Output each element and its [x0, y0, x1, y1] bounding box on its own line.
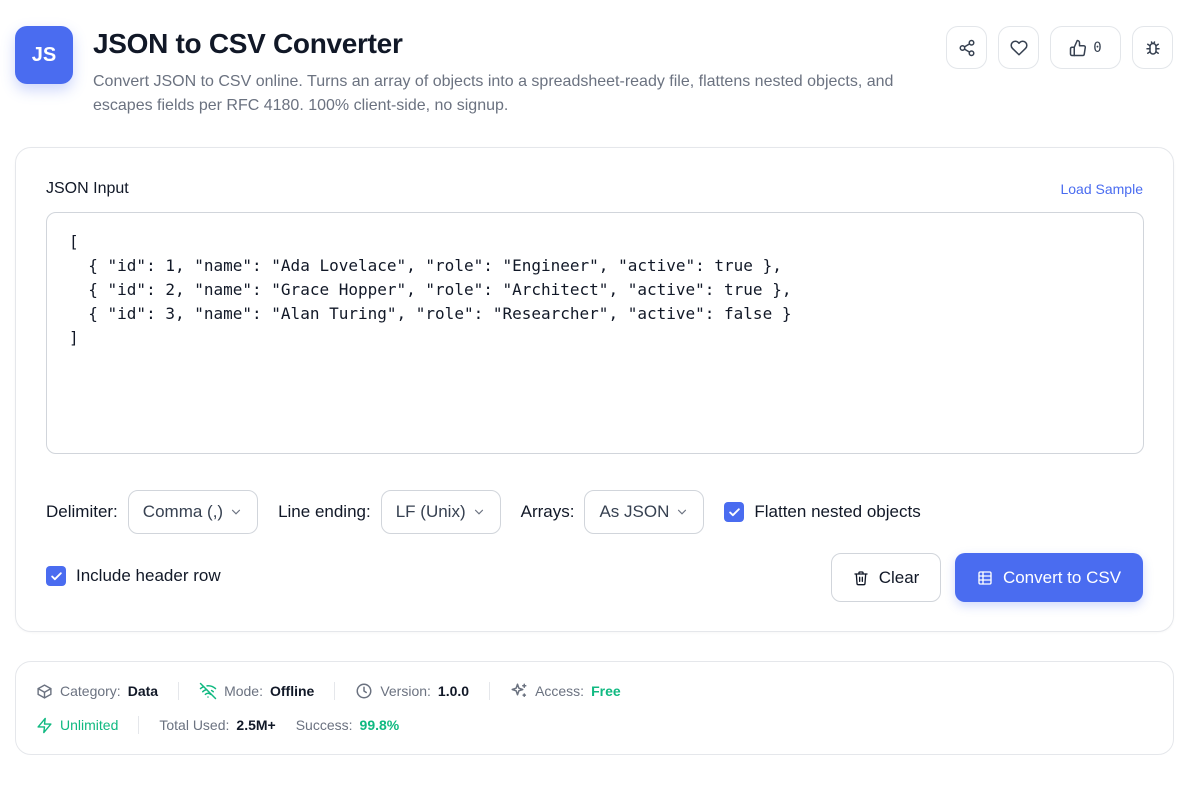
options-row: Delimiter: Comma (,) Line ending: LF (Un… [46, 490, 921, 534]
header-row-label: Include header row [76, 566, 221, 585]
wifi-off-icon [199, 682, 217, 700]
meta-total-used: Total Used: 2.5M+ [159, 717, 275, 733]
convert-button[interactable]: Convert to CSV [955, 553, 1143, 602]
page-subtitle: Convert JSON to CSV online. Turns an arr… [93, 73, 894, 114]
meta-mode-label: Mode: [224, 683, 263, 699]
meta-success: Success: 99.8% [296, 717, 400, 733]
meta-success-label: Success: [295, 717, 353, 733]
header-row-checkbox[interactable] [46, 566, 66, 586]
divider [138, 716, 140, 734]
meta-success-value: 99.8% [359, 717, 400, 733]
chevron-down-icon [474, 509, 483, 515]
meta-total-used-value: 2.5M+ [236, 717, 276, 733]
meta-unlimited: Unlimited [36, 717, 118, 734]
heart-icon [1009, 39, 1028, 55]
clock-icon [356, 683, 372, 699]
meta-category-value: Data [127, 683, 159, 699]
divider [178, 682, 180, 700]
chevron-down-icon [231, 509, 241, 515]
convert-label: Convert to CSV [1002, 567, 1122, 587]
line-ending-value: LF (Unix) [395, 502, 466, 521]
chevron-down-icon [678, 509, 687, 515]
share-icon [959, 39, 974, 56]
meta-version-label: Version: [380, 683, 431, 699]
load-sample-link[interactable]: Load Sample [1060, 181, 1143, 197]
meta-version: Version: 1.0.0 [355, 682, 469, 700]
thumbs-up-icon [1070, 39, 1087, 56]
tool-info-card: Category: Data Mode: Offline Version: 1.… [15, 661, 1174, 755]
json-input[interactable]: [ { "id": 1, "name": "Ada Lovelace", "ro… [46, 212, 1144, 454]
meta-mode: Mode: Offline [199, 682, 314, 700]
meta-row-stats: Unlimited Total Used: 2.5M+ Success: 99.… [36, 716, 399, 734]
meta-row-primary: Category: Data Mode: Offline Version: 1.… [36, 682, 621, 700]
meta-access-value: Free [591, 683, 621, 699]
share-button[interactable] [946, 26, 987, 69]
clear-label: Clear [878, 567, 920, 587]
bug-icon [1145, 40, 1160, 55]
meta-access: Access: Free [510, 682, 621, 700]
favorite-button[interactable] [998, 26, 1039, 69]
converter-card: JSON Input Load Sample [ { "id": 1, "nam… [15, 147, 1174, 632]
meta-mode-value: Offline [269, 683, 315, 699]
like-button[interactable]: 0 [1050, 26, 1121, 69]
arrays-select[interactable]: As JSON [584, 490, 705, 534]
arrays-label: Arrays: [520, 502, 575, 521]
json-input-label: JSON Input [46, 180, 129, 197]
flatten-option: Flatten nested objects [724, 502, 921, 522]
check-icon [50, 571, 62, 580]
meta-total-used-label: Total Used: [159, 717, 230, 733]
like-count: 0 [1093, 39, 1102, 56]
line-ending-select[interactable]: LF (Unix) [380, 490, 501, 534]
divider [334, 682, 336, 700]
box-icon [37, 683, 52, 699]
header-actions: 0 [946, 26, 1173, 69]
meta-unlimited-label: Unlimited [60, 717, 119, 733]
meta-version-value: 1.0.0 [437, 683, 470, 699]
table-icon [978, 570, 992, 585]
header-row-option: Include header row [46, 566, 221, 586]
meta-category: Category: Data [36, 683, 158, 700]
trash-icon [854, 570, 868, 585]
delimiter-value: Comma (,) [142, 502, 224, 521]
report-bug-button[interactable] [1132, 26, 1173, 69]
delimiter-select[interactable]: Comma (,) [127, 490, 259, 534]
zap-icon [37, 717, 52, 733]
app-logo: JS [15, 26, 73, 84]
meta-category-label: Category: [60, 683, 121, 699]
flatten-label: Flatten nested objects [754, 502, 921, 521]
divider [489, 682, 491, 700]
flatten-checkbox[interactable] [724, 502, 745, 522]
delimiter-label: Delimiter: [46, 502, 118, 521]
page-title: JSON to CSV Converter [93, 28, 403, 59]
check-icon [729, 507, 740, 516]
clear-button[interactable]: Clear [831, 553, 941, 602]
sparkles-icon [511, 683, 527, 697]
line-ending-label: Line ending: [278, 502, 371, 521]
meta-access-label: Access: [535, 683, 585, 699]
arrays-value: As JSON [599, 502, 670, 521]
